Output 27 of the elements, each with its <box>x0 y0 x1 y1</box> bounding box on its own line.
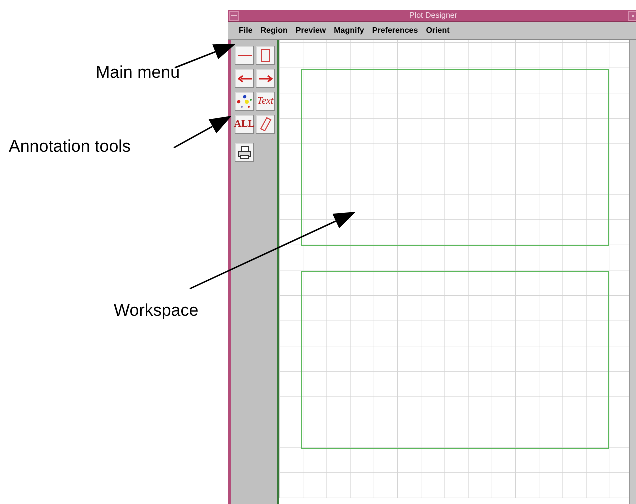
left-arrow-icon <box>238 74 252 82</box>
eraser-icon <box>260 117 272 132</box>
window-menu-icon[interactable] <box>229 10 239 20</box>
callout-label: Workspace <box>114 302 199 319</box>
tool-button[interactable] <box>235 92 254 111</box>
dots-icon <box>236 94 252 108</box>
tool-button[interactable]: Text <box>256 92 275 111</box>
menu-item[interactable]: Region <box>260 26 288 34</box>
menu-item[interactable]: Preview <box>296 26 326 34</box>
menu-item[interactable]: Preferences <box>372 26 418 34</box>
printer-icon <box>238 146 252 160</box>
all-tool-label: ALL <box>234 120 255 130</box>
line-icon <box>238 54 252 58</box>
menu-item[interactable]: Orient <box>426 26 450 34</box>
tool-button[interactable] <box>235 143 254 162</box>
callout-label: Main menu <box>96 64 180 81</box>
menu-item[interactable]: File <box>239 26 253 34</box>
text-tool-label: Text <box>257 96 274 106</box>
rectangle-icon <box>260 48 270 62</box>
callout-label: Annotation tools <box>9 138 131 155</box>
callout-arrow <box>174 116 232 149</box>
callout-arrow <box>174 44 236 69</box>
tool-button[interactable]: ALL <box>235 115 254 134</box>
window-button-icon[interactable] <box>628 10 636 20</box>
window-title: Plot Designer <box>408 12 459 20</box>
menu-item[interactable]: Magnify <box>334 26 364 34</box>
right-arrow-icon <box>258 74 272 82</box>
